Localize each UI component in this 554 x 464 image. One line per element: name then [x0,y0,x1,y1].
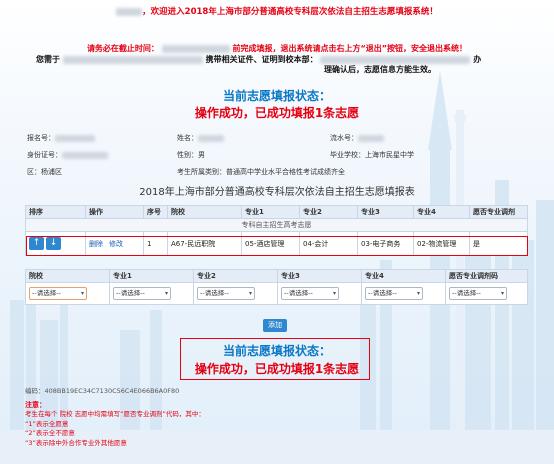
form-section-title: 2018年上海市部分普通高校专科层次依法自主招生志愿填报表 [139,187,415,198]
status-message-bottom: 操作成功，已成功填报1条志愿 [194,362,360,376]
form-col-adjust: 愿否专业调剂码 [445,269,528,283]
exam-number: 报名号： [27,133,95,143]
add-choice-form: 院校 专业1 专业2 专业3 专业4 愿否专业调剂码 --请选择-- ▾ --请选… [25,269,528,305]
gender: 性别：男 [177,151,205,159]
chevron-down-icon: ▾ [332,290,336,297]
page-content: ，欢迎进入2018年上海市部分普通高校专科层次依法自主招生志愿填报系统！ 请务必… [0,0,554,464]
graduation-school: 毕业学校：上海市民星中学 [330,151,414,159]
notice-middle: 携带相关证件、证明到校本部： [205,55,318,64]
adjust-select[interactable]: --请选择-- ▾ [449,287,507,300]
col-major1: 专业1 [241,205,300,219]
student-category: 考生所属类别：普通高中学业水平合格性考试成绩齐全 [177,168,345,176]
deadline-text: 前完成填报，退出系统请点击右上方“退出”按钮，安全退出系统！ [232,44,468,53]
col-action: 操作 [85,205,144,219]
redacted-address [320,55,471,64]
col-school: 院校 [167,205,242,219]
form-col-school: 院校 [25,269,110,283]
chevron-down-icon: ▾ [164,290,168,297]
district: 区：杨浦区 [27,168,62,176]
form-col-major3: 专业3 [277,269,362,283]
redacted-username [116,7,143,16]
status-title-bottom: 当前志愿填报状态： [222,344,331,358]
col-major4: 专业4 [413,205,470,219]
chevron-down-icon: ▾ [248,290,252,297]
chevron-down-icon: ▾ [80,290,84,297]
col-index: 序号 [143,205,168,219]
notice-suffix: 办 [473,55,482,64]
student-name: 姓名： [177,133,224,143]
major4-select[interactable]: --请选择-- ▾ [365,287,423,300]
school-select[interactable]: --请选择-- ▾ [29,287,87,300]
id-number: 身份证号： [27,150,108,160]
form-col-major1: 专业1 [109,269,194,283]
major2-select[interactable]: --请选择-- ▾ [197,287,255,300]
notice-line2: 理确认后，志愿信息方能生效。 [324,65,436,74]
highlight-row-frame [26,236,528,256]
form-row: --请选择-- ▾ --请选择-- ▾ --请选择-- ▾ --请选择-- ▾ --请选… [25,282,528,305]
col-major3: 专业3 [357,205,414,219]
major1-select[interactable]: --请选择-- ▾ [113,287,171,300]
form-col-major4: 专业4 [361,269,446,283]
choices-subheader-row: 专科自主招生高考志愿 [25,218,528,232]
deadline-warning: 请务必在截止时间： 前完成填报，退出系统请点击右上方“退出”按钮，安全退出系统！ [0,43,554,54]
welcome-text: ，欢迎进入2018年上海市部分普通高校专科层次依法自主招生志愿填报系统！ [142,7,438,17]
redacted-date [62,55,203,64]
note-line: “2”表示全不愿意 [25,429,75,437]
major3-select[interactable]: --请选择-- ▾ [281,287,339,300]
confirmation-notice: 您需于 携带相关证件、证明到校本部： 办 理确认后，志愿信息方能生效。 [36,55,536,75]
notice-prefix: 您需于 [36,55,60,64]
form-col-major2: 专业2 [193,269,278,283]
verification-code: 编码：408BB19EC34C7130C56C4E066B6A0F80 [25,387,180,395]
col-adjust: 愿否专业调剂 [469,205,528,219]
choices-table-header: 排序 操作 序号 院校 专业1 专业2 专业3 专业4 愿否专业调剂 [25,205,528,219]
welcome-banner: ，欢迎进入2018年上海市部分普通高校专科层次依法自主招生志愿填报系统！ [0,5,554,17]
status-message: 操作成功，已成功填报1条志愿 [194,106,360,120]
note-line: “3”表示除中外合作专业外其他愿意 [25,438,127,447]
col-major2: 专业2 [299,205,358,219]
serial-number: 流水号： [330,133,384,143]
add-button[interactable]: 添加 [263,319,287,332]
col-sort: 排序 [25,205,86,219]
redacted-deadline [161,44,230,53]
notes-title: 注意： [25,401,46,409]
chevron-down-icon: ▾ [500,290,504,297]
note-line: 考生在每个 院校 志愿中均需填写“愿否专业调剂”代码，其中： [25,410,205,418]
chevron-down-icon: ▾ [416,290,420,297]
note-line: “1”表示全愿意 [25,419,69,428]
form-header: 院校 专业1 专业2 专业3 专业4 愿否专业调剂码 [25,269,528,283]
choices-subheader: 专科自主招生高考志愿 [25,218,528,232]
deadline-label: 请务必在截止时间： [86,44,159,53]
status-title: 当前志愿填报状态： [222,89,331,103]
notes: 注意： 考生在每个 院校 志愿中均需填写“愿否专业调剂”代码，其中： “1”表示… [25,400,445,448]
